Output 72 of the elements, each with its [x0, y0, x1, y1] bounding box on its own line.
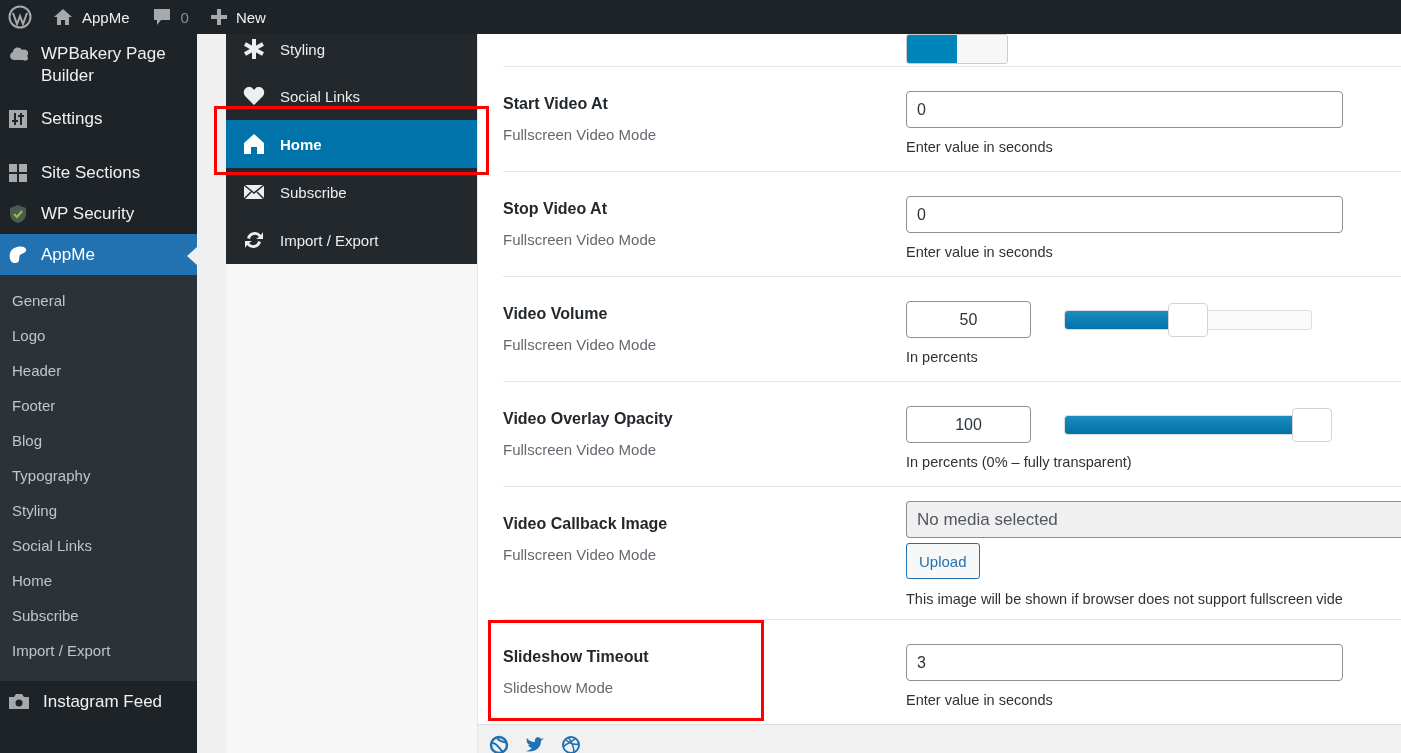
- submenu-item[interactable]: General: [0, 283, 197, 318]
- setting-title: Video Overlay Opacity: [503, 409, 673, 429]
- admin-menu-item[interactable]: AppMe: [0, 234, 197, 275]
- wordpress-logo-icon[interactable]: [8, 5, 32, 29]
- admin-menu-item[interactable]: Settings: [0, 98, 197, 139]
- text-field[interactable]: 0: [906, 196, 1343, 233]
- options-nav-item[interactable]: Styling: [226, 34, 477, 72]
- camera-icon: [8, 692, 30, 710]
- setting-subtitle: Fullscreen Video Mode: [503, 125, 657, 145]
- setting-title: Start Video At: [503, 94, 609, 114]
- submenu-item[interactable]: Logo: [0, 318, 197, 353]
- submenu-item[interactable]: Styling: [0, 493, 197, 528]
- setting-subtitle: Slideshow Mode: [503, 678, 615, 698]
- grid-icon: [8, 163, 28, 183]
- field-hint: In percents: [906, 348, 979, 367]
- globe-icon[interactable]: [489, 735, 509, 753]
- media-field[interactable]: No media selected: [906, 501, 1401, 538]
- current-indicator: [187, 247, 197, 265]
- text-field[interactable]: 0: [906, 91, 1343, 128]
- submenu-item[interactable]: Subscribe: [0, 598, 197, 633]
- options-nav-item[interactable]: Social Links: [226, 72, 477, 120]
- number-field[interactable]: 100: [906, 406, 1031, 443]
- heart-icon: [243, 85, 265, 107]
- slider-handle[interactable]: [1292, 407, 1332, 442]
- options-nav-item[interactable]: Import / Export: [226, 216, 477, 264]
- submenu-item[interactable]: Footer: [0, 388, 197, 423]
- slider[interactable]: [1064, 302, 1312, 337]
- setting-title: Video Callback Image: [503, 514, 668, 534]
- submenu-item[interactable]: Header: [0, 353, 197, 388]
- slider[interactable]: [1064, 407, 1332, 442]
- admin-menu-item[interactable]: Instagram Feed: [0, 681, 197, 722]
- bird-icon[interactable]: [525, 735, 545, 753]
- options-nav-item[interactable]: Subscribe: [226, 168, 477, 216]
- upload-button[interactable]: Upload: [906, 543, 980, 579]
- number-field[interactable]: 50: [906, 301, 1031, 338]
- sliders-icon: [8, 109, 28, 129]
- submenu-item[interactable]: Blog: [0, 423, 197, 458]
- text-field[interactable]: 3: [906, 644, 1343, 681]
- setting-subtitle: Fullscreen Video Mode: [503, 335, 657, 355]
- setting-subtitle: Fullscreen Video Mode: [503, 545, 658, 565]
- shield-icon: [8, 204, 28, 224]
- field-hint: In percents (0% – fully transparent): [906, 453, 1133, 472]
- options-nav-item[interactable]: Home: [226, 120, 477, 168]
- submenu-item[interactable]: Typography: [0, 458, 197, 493]
- field-hint: This image will be shown if browser does not support fullscreen vide: [906, 590, 1344, 609]
- field-hint: Enter value in seconds: [906, 243, 1054, 262]
- setting-title: Slideshow Timeout: [503, 647, 649, 667]
- submenu-item[interactable]: Social Links: [0, 528, 197, 563]
- new-link[interactable]: New: [210, 8, 266, 26]
- admin-menu-item[interactable]: Site Sections: [0, 152, 197, 193]
- field-hint: Enter value in seconds: [906, 691, 1054, 710]
- admin-menu-item[interactable]: WPBakery Page Builder: [0, 34, 197, 98]
- submenu-item[interactable]: Home: [0, 563, 197, 598]
- slider-handle[interactable]: [1168, 302, 1208, 337]
- toggle-switch[interactable]: [906, 34, 1008, 64]
- brush-icon: [8, 245, 28, 265]
- asterisk-icon: [243, 38, 265, 60]
- setting-subtitle: Fullscreen Video Mode: [503, 440, 658, 460]
- home-icon: [53, 8, 73, 26]
- submenu-item[interactable]: Import / Export: [0, 633, 197, 668]
- setting-title: Stop Video At: [503, 199, 608, 219]
- speech-bubble-icon: [151, 7, 172, 27]
- home-icon: [243, 133, 265, 155]
- plus-icon: [210, 9, 227, 25]
- site-name-link[interactable]: AppMe: [53, 8, 130, 26]
- ball-icon[interactable]: [561, 735, 581, 753]
- refresh-icon: [243, 229, 265, 251]
- comments-link[interactable]: 0: [151, 7, 189, 27]
- admin-menu-item[interactable]: WP Security: [0, 193, 197, 234]
- setting-title: Video Volume: [503, 304, 609, 324]
- setting-subtitle: Fullscreen Video Mode: [503, 230, 657, 250]
- field-hint: Enter value in seconds: [906, 138, 1054, 157]
